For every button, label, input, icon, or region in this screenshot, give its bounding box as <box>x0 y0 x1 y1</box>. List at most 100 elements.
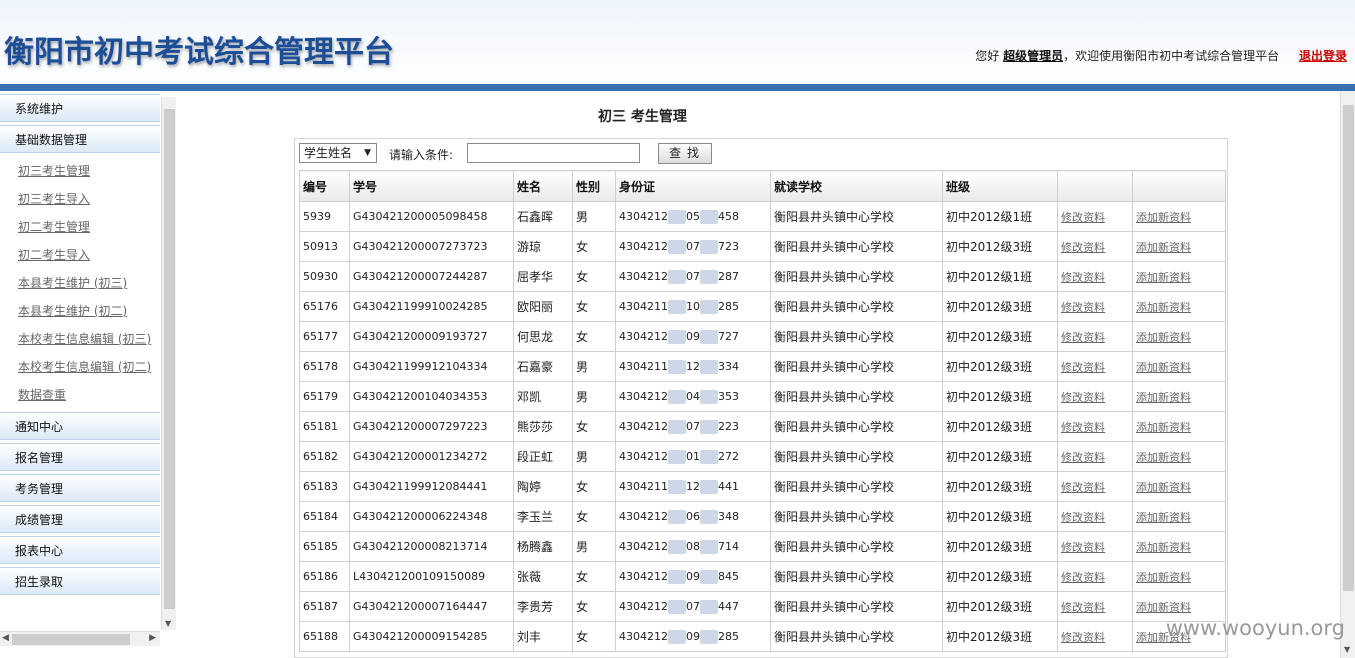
col-header-gender: 性别 <box>572 170 616 202</box>
menu-notice-center[interactable]: 通知中心 <box>0 412 160 440</box>
add-record-link[interactable]: 添加新资料 <box>1132 321 1226 352</box>
page-scroll-down-arrow-icon[interactable]: ▼ <box>1344 645 1350 654</box>
menu-item-school-grade8[interactable]: 本校考生信息编辑 (初二) <box>18 358 151 375</box>
add-record-link[interactable]: 添加新资料 <box>1132 201 1226 232</box>
add-record-link[interactable]: 添加新资料 <box>1132 501 1226 532</box>
redaction-mask <box>668 299 686 314</box>
table-row: 65187 G430421200007164447 李贵芳女 4304212 07 447… <box>299 591 1226 622</box>
edit-record-link[interactable]: 修改资料 <box>1057 261 1133 292</box>
add-record-link[interactable]: 添加新资料 <box>1132 561 1226 592</box>
redaction-mask <box>700 209 718 224</box>
page-vertical-scrollbar[interactable]: ▼ <box>1340 91 1355 658</box>
table-row: 65188 G430421200009154285 刘丰女 4304212 09 285 衡… <box>299 621 1226 652</box>
sidebar-scroll-thumb[interactable] <box>164 109 175 609</box>
redaction-mask <box>700 329 718 344</box>
id-part-prefix: 4304211 <box>619 299 668 313</box>
cell-class: 初中2012级3班 <box>942 321 1058 352</box>
id-part-suffix: 334 <box>718 359 739 373</box>
cell-name: 熊莎莎 <box>513 411 573 442</box>
scroll-left-arrow-icon[interactable]: ◀ <box>2 633 9 643</box>
cell-school: 衡阳县井头镇中心学校 <box>770 441 943 472</box>
cell-id-card: 4304212 07 287 <box>615 261 771 292</box>
logout-link[interactable]: 退出登录 <box>1299 49 1347 63</box>
table-row: 50913 G430421200007273723 游琼女 4304212 07 723 衡… <box>299 231 1226 262</box>
menu-item-county-grade9[interactable]: 本县考生维护 (初三) <box>18 274 127 291</box>
cell-school: 衡阳县井头镇中心学校 <box>770 471 943 502</box>
add-record-link[interactable]: 添加新资料 <box>1132 531 1226 562</box>
menu-item-grade9-import[interactable]: 初三考生导入 <box>18 190 90 207</box>
id-part-middle: 07 <box>686 269 700 283</box>
menu-item-school-grade9[interactable]: 本校考生信息编辑 (初三) <box>18 330 151 347</box>
find-button[interactable]: 查找 <box>658 143 712 164</box>
cell-class: 初中2012级3班 <box>942 411 1058 442</box>
edit-record-link[interactable]: 修改资料 <box>1057 531 1133 562</box>
add-record-link[interactable]: 添加新资料 <box>1132 261 1226 292</box>
sidebar-vertical-scrollbar[interactable]: ▼ <box>161 97 176 630</box>
menu-item-duplicate-check[interactable]: 数据查重 <box>18 386 66 403</box>
edit-record-link[interactable]: 修改资料 <box>1057 381 1133 412</box>
table-header-row: 编号 学号 姓名 性别 身份证 就读学校 班级 <box>299 170 1226 202</box>
menu-item-grade9-students[interactable]: 初三考生管理 <box>18 162 90 179</box>
add-record-link[interactable]: 添加新资料 <box>1132 291 1226 322</box>
menu-reports[interactable]: 报表中心 <box>0 536 160 564</box>
menu-basic-data[interactable]: 基础数据管理 <box>0 125 160 153</box>
dropdown-arrow-icon: ▼ <box>364 148 371 158</box>
search-field-select[interactable]: 学生姓名 ▼ <box>299 143 377 163</box>
cell-school: 衡阳县井头镇中心学校 <box>770 561 943 592</box>
user-role-link[interactable]: 超级管理员 <box>1003 49 1063 63</box>
menu-admissions[interactable]: 招生录取 <box>0 567 160 595</box>
cell-student-no: G430421200008213714 <box>349 531 514 562</box>
cell-gender: 男 <box>572 441 616 472</box>
col-header-name: 姓名 <box>513 170 573 202</box>
cell-student-no: L430421200109150089 <box>349 561 514 592</box>
cell-no: 65188 <box>299 621 350 652</box>
scroll-down-arrow-icon[interactable]: ▼ <box>165 619 171 628</box>
cell-class: 初中2012级3班 <box>942 381 1058 412</box>
sidebar-horizontal-scrollbar[interactable]: ◀ ▶ <box>0 631 160 646</box>
edit-record-link[interactable]: 修改资料 <box>1057 621 1133 652</box>
add-record-link[interactable]: 添加新资料 <box>1132 441 1226 472</box>
header-divider-bar <box>0 84 1355 91</box>
id-part-suffix: 727 <box>718 329 739 343</box>
cell-no: 65181 <box>299 411 350 442</box>
menu-scores[interactable]: 成绩管理 <box>0 505 160 533</box>
scroll-right-arrow-icon[interactable]: ▶ <box>149 633 156 643</box>
cell-class: 初中2012级3班 <box>942 591 1058 622</box>
cell-no: 65183 <box>299 471 350 502</box>
edit-record-link[interactable]: 修改资料 <box>1057 351 1133 382</box>
edit-record-link[interactable]: 修改资料 <box>1057 231 1133 262</box>
condition-input[interactable] <box>467 143 640 163</box>
edit-record-link[interactable]: 修改资料 <box>1057 501 1133 532</box>
id-part-middle: 12 <box>686 479 700 493</box>
cell-gender: 女 <box>572 231 616 262</box>
edit-record-link[interactable]: 修改资料 <box>1057 441 1133 472</box>
edit-record-link[interactable]: 修改资料 <box>1057 321 1133 352</box>
menu-item-grade8-import[interactable]: 初二考生导入 <box>18 246 90 263</box>
edit-record-link[interactable]: 修改资料 <box>1057 591 1133 622</box>
cell-name: 李贵芳 <box>513 591 573 622</box>
edit-record-link[interactable]: 修改资料 <box>1057 291 1133 322</box>
add-record-link[interactable]: 添加新资料 <box>1132 231 1226 262</box>
redaction-mask <box>668 479 686 494</box>
table-row: 50930 G430421200007244287 屈孝华女 4304212 07 287… <box>299 261 1226 292</box>
edit-record-link[interactable]: 修改资料 <box>1057 201 1133 232</box>
id-part-suffix: 723 <box>718 239 739 253</box>
menu-item-grade8-students[interactable]: 初二考生管理 <box>18 218 90 235</box>
menu-registration[interactable]: 报名管理 <box>0 443 160 471</box>
edit-record-link[interactable]: 修改资料 <box>1057 411 1133 442</box>
menu-exam-affairs[interactable]: 考务管理 <box>0 474 160 502</box>
menu-system-maintenance[interactable]: 系统维护 <box>0 94 160 122</box>
add-record-link[interactable]: 添加新资料 <box>1132 471 1226 502</box>
col-header-edit <box>1057 170 1133 202</box>
edit-record-link[interactable]: 修改资料 <box>1057 471 1133 502</box>
menu-item-county-grade8[interactable]: 本县考生维护 (初二) <box>18 302 127 319</box>
add-record-link[interactable]: 添加新资料 <box>1132 411 1226 442</box>
page-scroll-thumb[interactable] <box>1343 105 1354 591</box>
add-record-link[interactable]: 添加新资料 <box>1132 351 1226 382</box>
redaction-mask <box>668 449 686 464</box>
add-record-link[interactable]: 添加新资料 <box>1132 381 1226 412</box>
edit-record-link[interactable]: 修改资料 <box>1057 561 1133 592</box>
cell-name: 李玉兰 <box>513 501 573 532</box>
cell-school: 衡阳县井头镇中心学校 <box>770 231 943 262</box>
sidebar-hscroll-thumb[interactable] <box>12 634 130 645</box>
